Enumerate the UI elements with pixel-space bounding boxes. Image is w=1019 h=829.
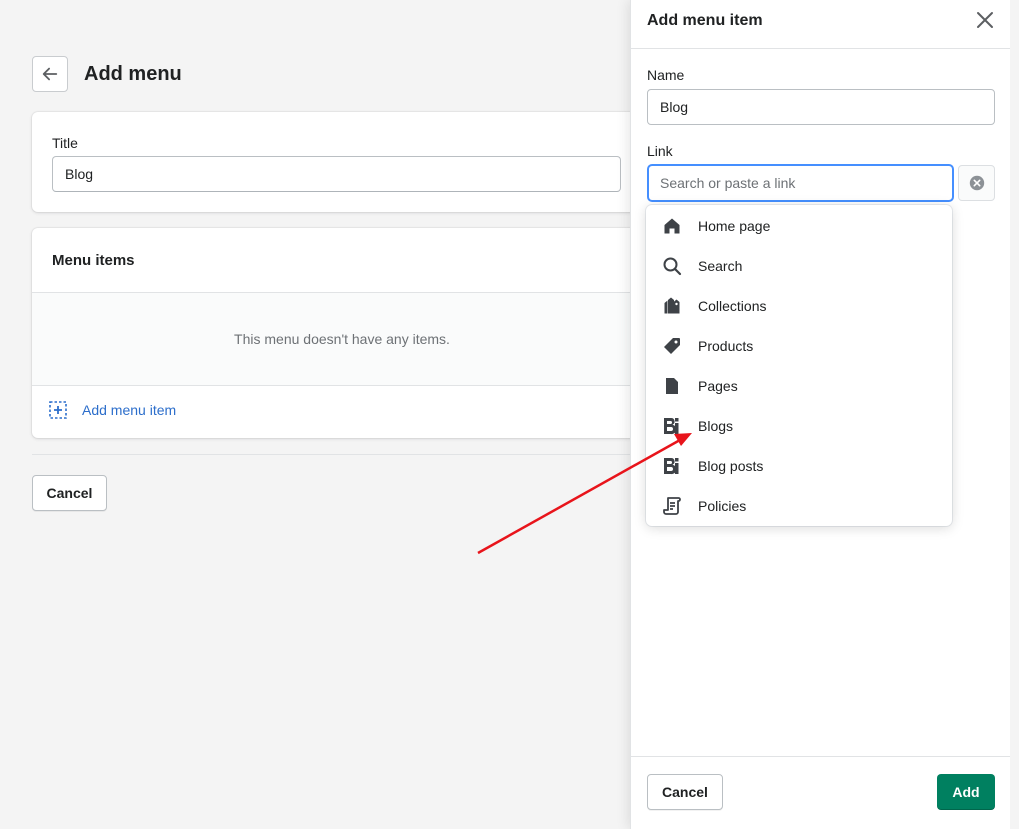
dropdown-item-label: Blogs xyxy=(698,418,734,434)
link-search-input[interactable] xyxy=(647,164,954,202)
empty-state: This menu doesn't have any items. xyxy=(32,292,652,386)
menu-items-card: Menu items This menu doesn't have any it… xyxy=(32,228,652,438)
dropdown-item-label: Policies xyxy=(698,498,747,514)
add-menu-item-link[interactable]: Add menu item xyxy=(48,400,176,420)
drawer-title: Add menu item xyxy=(647,12,763,29)
title-label: Title xyxy=(52,135,78,151)
dropdown-item-label: Products xyxy=(698,338,754,354)
policy-icon xyxy=(662,496,682,516)
tag-icon xyxy=(662,336,682,356)
blog-posts-icon xyxy=(662,456,682,476)
back-button[interactable] xyxy=(32,56,68,92)
dropdown-item-policies[interactable]: Policies xyxy=(646,486,952,526)
name-input[interactable]: Blog xyxy=(647,89,995,125)
clear-link-button[interactable] xyxy=(958,165,995,201)
home-icon xyxy=(662,216,682,236)
add-item-icon xyxy=(49,401,67,419)
dropdown-item-label: Pages xyxy=(698,378,738,394)
search-icon xyxy=(662,256,682,276)
dropdown-item-blog-posts[interactable]: Blog posts xyxy=(646,446,952,486)
divider xyxy=(32,454,652,455)
link-label: Link xyxy=(647,143,673,159)
dropdown-item-pages[interactable]: Pages xyxy=(646,366,952,406)
page-title: Add menu xyxy=(84,63,182,85)
dropdown-item-search[interactable]: Search xyxy=(646,246,952,286)
collections-icon xyxy=(662,296,682,316)
close-icon xyxy=(977,12,993,28)
close-button[interactable] xyxy=(975,10,995,30)
drawer-header: Add menu item xyxy=(631,0,1011,49)
drawer-cancel-button[interactable]: Cancel xyxy=(647,774,723,810)
title-card: Title Blog xyxy=(32,112,652,212)
dropdown-item-products[interactable]: Products xyxy=(646,326,952,366)
dropdown-item-label: Blog posts xyxy=(698,458,764,474)
dropdown-item-home-page[interactable]: Home page xyxy=(646,206,952,246)
menu-items-heading: Menu items xyxy=(52,252,135,269)
page-icon xyxy=(662,376,682,396)
arrow-left-icon xyxy=(42,67,58,81)
page-edge xyxy=(1010,0,1019,829)
dropdown-item-label: Home page xyxy=(698,218,771,234)
name-label: Name xyxy=(647,67,685,83)
clear-icon xyxy=(969,175,984,191)
drawer-footer: Cancel Add xyxy=(631,756,1011,829)
blog-icon xyxy=(662,416,682,436)
dropdown-item-label: Collections xyxy=(698,298,767,314)
dropdown-item-collections[interactable]: Collections xyxy=(646,286,952,326)
dropdown-item-blogs[interactable]: Blogs xyxy=(646,406,952,446)
add-menu-item-label: Add menu item xyxy=(82,402,177,418)
link-suggestions-dropdown: Home page Search Collections Products Pa… xyxy=(646,205,952,526)
title-input[interactable]: Blog xyxy=(52,156,621,192)
cancel-button[interactable]: Cancel xyxy=(32,475,107,511)
dropdown-item-label: Search xyxy=(698,258,743,274)
drawer-add-button[interactable]: Add xyxy=(937,774,995,810)
